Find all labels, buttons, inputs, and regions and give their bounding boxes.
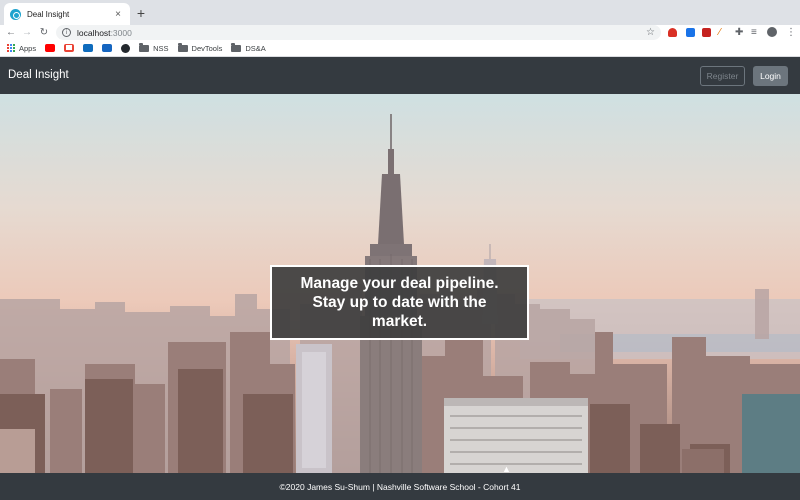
bookmark-apps[interactable]: Apps <box>7 44 36 53</box>
folder-icon <box>139 42 150 52</box>
bookmark-nss[interactable]: NSS <box>139 42 169 53</box>
login-button[interactable]: Login <box>753 66 788 86</box>
close-tab-icon[interactable]: × <box>112 9 124 20</box>
browser-tab[interactable]: Deal Insight × <box>4 3 130 25</box>
eyedropper-extension-icon[interactable]: ⁄ <box>719 25 721 40</box>
footer-copyright: ©2020 James Su-Shum | Nashville Software… <box>279 481 521 492</box>
reading-list-icon[interactable]: ≡ <box>751 25 757 40</box>
browser-tabstrip: Deal Insight × + <box>0 0 800 25</box>
apps-grid-icon <box>7 44 15 52</box>
info-icon[interactable]: i <box>62 28 71 37</box>
v-extension-icon[interactable] <box>686 28 695 37</box>
hero-section: Manage your deal pipeline. Stay up to da… <box>0 94 800 473</box>
bookmark-label: DS&A <box>245 43 266 53</box>
folder-icon <box>177 42 188 52</box>
folder-icon <box>231 42 242 52</box>
browser-toolbar: ← → ↻ i localhost:3000 ☆ ⁄ ✚ ≡ ⋮ <box>0 25 800 40</box>
bookmark-dsa[interactable]: DS&A <box>231 42 266 53</box>
hero-tagline: Manage your deal pipeline. Stay up to da… <box>300 275 499 330</box>
brand-link[interactable]: Deal Insight <box>8 57 69 94</box>
youtube-icon[interactable] <box>45 44 56 52</box>
profile-icon[interactable] <box>767 27 777 37</box>
register-button[interactable]: Register <box>700 66 745 86</box>
new-tab-button[interactable]: + <box>134 4 148 22</box>
forward-arrow-icon[interactable]: → <box>21 25 33 40</box>
gmail-icon[interactable] <box>64 44 75 52</box>
tab-title: Deal Insight <box>27 9 70 19</box>
back-arrow-icon[interactable]: ← <box>5 25 17 40</box>
github-icon[interactable] <box>121 43 131 53</box>
menu-icon[interactable]: ⋮ <box>786 25 796 40</box>
red-extension-icon[interactable] <box>702 28 711 37</box>
calendar-icon[interactable] <box>102 44 113 52</box>
url-port: :3000 <box>110 27 132 38</box>
tagline-card: Manage your deal pipeline. Stay up to da… <box>270 265 529 340</box>
app-navbar: Deal Insight Register Login <box>0 57 800 94</box>
star-icon[interactable]: ☆ <box>646 25 655 40</box>
bookmarks-bar: Apps NSS DevTools DS&A <box>0 40 800 57</box>
extensions-icon[interactable]: ✚ <box>735 25 743 40</box>
react-favicon-icon <box>10 8 21 20</box>
url-host: localhost <box>77 27 111 38</box>
outlook-icon[interactable] <box>83 44 94 52</box>
reload-icon[interactable]: ↻ <box>38 25 50 40</box>
bookmark-label: NSS <box>153 43 169 53</box>
app-footer: ©2020 James Su-Shum | Nashville Software… <box>0 473 800 500</box>
mouse-cursor-icon: ▲ <box>502 464 511 474</box>
address-bar[interactable]: i localhost:3000 ☆ <box>56 25 661 40</box>
bookmark-devtools[interactable]: DevTools <box>177 42 223 53</box>
bookmark-label: Apps <box>19 43 37 53</box>
shield-extension-icon[interactable] <box>668 28 677 37</box>
bookmark-label: DevTools <box>191 43 223 53</box>
